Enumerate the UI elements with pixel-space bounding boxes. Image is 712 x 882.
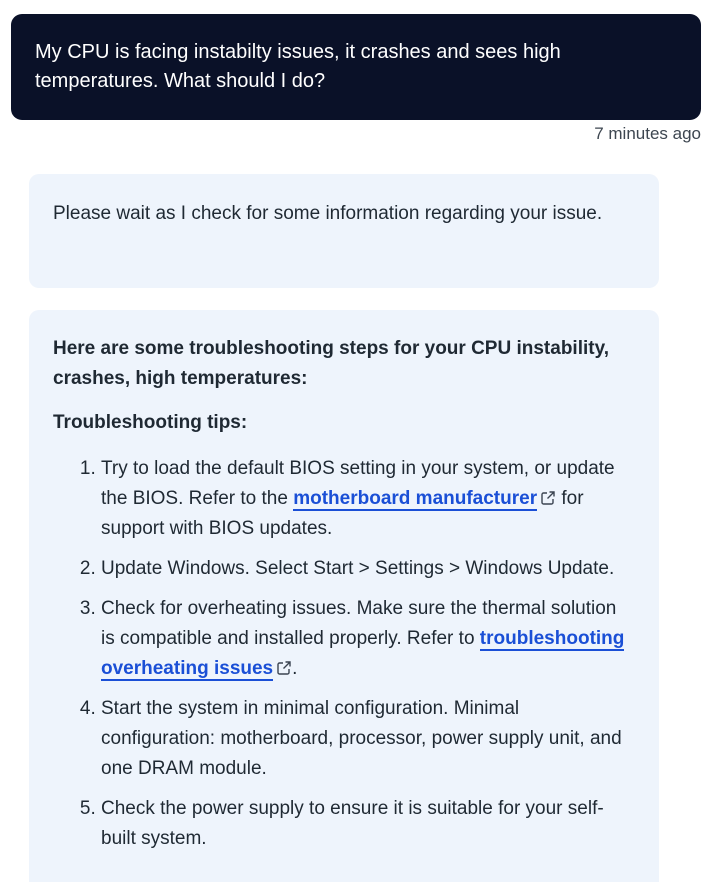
motherboard-manufacturer-link[interactable]: motherboard manufacturer <box>293 488 538 511</box>
user-message-text: My CPU is facing instabilty issues, it c… <box>35 41 561 92</box>
external-link-icon[interactable] <box>540 490 556 506</box>
bot-wait-text: Please wait as I check for some informat… <box>53 203 603 224</box>
tip-2-text: Update Windows. Select Start > Settings … <box>101 558 615 579</box>
tip-item-5: Check the power supply to ensure it is s… <box>101 794 629 854</box>
bot-message-answer: Here are some troubleshooting steps for … <box>29 310 659 882</box>
tip-3-text-after: . <box>292 658 298 679</box>
troubleshooting-tips-list: Try to load the default BIOS setting in … <box>53 454 629 854</box>
tip-5-text: Check the power supply to ensure it is s… <box>101 798 604 849</box>
tip-item-1: Try to load the default BIOS setting in … <box>101 454 629 544</box>
answer-subheading: Troubleshooting tips: <box>53 412 248 433</box>
external-link-icon[interactable] <box>276 660 292 676</box>
tip-item-4: Start the system in minimal configuratio… <box>101 694 629 784</box>
answer-heading: Here are some troubleshooting steps for … <box>53 338 610 389</box>
user-message-bubble: My CPU is facing instabilty issues, it c… <box>11 14 701 120</box>
tip-item-2: Update Windows. Select Start > Settings … <box>101 554 629 584</box>
bot-message-wait: Please wait as I check for some informat… <box>29 174 659 288</box>
message-timestamp: 7 minutes ago <box>594 124 701 143</box>
tip-4-text: Start the system in minimal configuratio… <box>101 698 622 779</box>
chat-thread: My CPU is facing instabilty issues, it c… <box>0 0 712 882</box>
tip-item-3: Check for overheating issues. Make sure … <box>101 594 629 684</box>
